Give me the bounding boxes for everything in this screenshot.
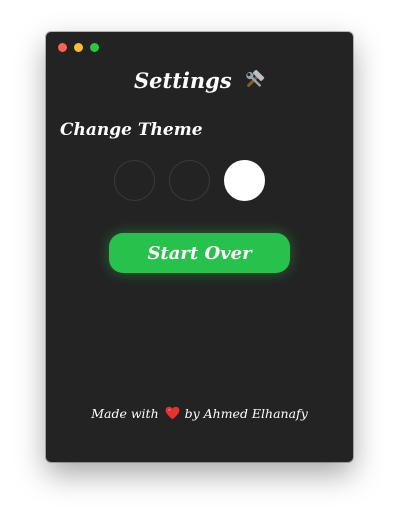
page-title: Settings xyxy=(46,68,353,95)
theme-swatch-dark-1[interactable] xyxy=(114,160,155,201)
window-controls xyxy=(58,43,99,52)
footer-prefix: Made with xyxy=(91,406,159,421)
heart-icon xyxy=(165,406,180,423)
page-title-text: Settings xyxy=(134,68,232,93)
close-window-button[interactable] xyxy=(58,43,67,52)
hammer-and-wrench-icon xyxy=(243,69,265,95)
start-over-button[interactable]: Start Over xyxy=(109,233,290,273)
zoom-window-button[interactable] xyxy=(90,43,99,52)
change-theme-label: Change Theme xyxy=(60,120,203,140)
minimize-window-button[interactable] xyxy=(74,43,83,52)
theme-swatch-dark-2[interactable] xyxy=(169,160,210,201)
settings-window: Settings Change Theme Start Over Made wi… xyxy=(46,32,353,462)
theme-options xyxy=(114,160,265,201)
footer-credit: Made with by Ahmed Elhanafy xyxy=(46,406,353,423)
theme-swatch-light[interactable] xyxy=(224,160,265,201)
footer-suffix: by Ahmed Elhanafy xyxy=(184,406,308,421)
